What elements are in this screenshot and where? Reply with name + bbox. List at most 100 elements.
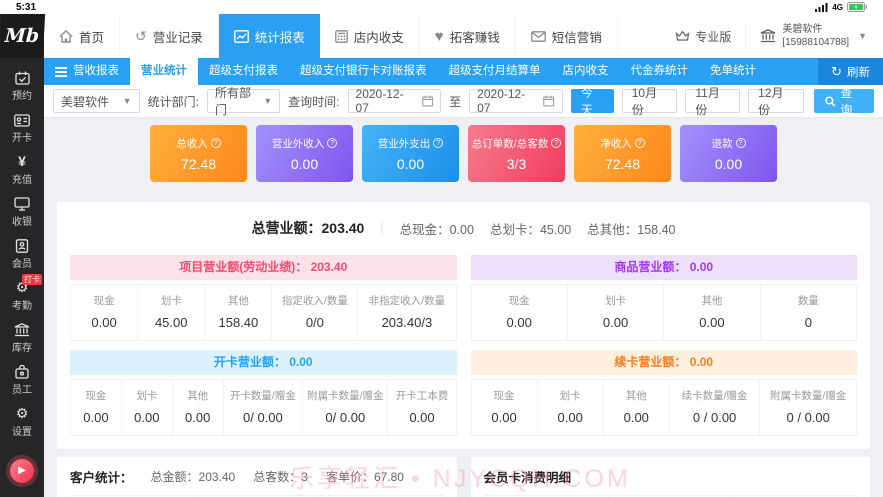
table-cell: 其他 0.00 xyxy=(664,285,761,340)
monitor-icon xyxy=(0,195,44,211)
help-icon[interactable]: ? xyxy=(551,138,562,148)
stat-card-refund: 退款? 0.00 xyxy=(680,125,777,182)
account-id: [15988104788] xyxy=(782,37,850,48)
filter-bar: 美碧软件 ▼ 统计部门: 所有部门 ▼ 查询时间: 2020-12-07 至 2… xyxy=(44,85,883,118)
department-select[interactable]: 所有部门 ▼ xyxy=(206,86,281,117)
table-cell: 划卡 0.00 xyxy=(568,285,665,340)
help-icon[interactable]: ? xyxy=(735,138,746,148)
network-label: 4G xyxy=(832,2,843,12)
help-icon[interactable]: ? xyxy=(210,138,221,148)
quick-filter-october[interactable]: 10月份 xyxy=(621,86,678,117)
chevron-down-icon: ▼ xyxy=(858,31,867,41)
chart-icon xyxy=(233,29,249,43)
sidebar-item-recharge[interactable]: ¥ 充值 xyxy=(0,149,44,191)
date-range-label: 查询时间: xyxy=(288,94,340,109)
subnav-revenue-report[interactable]: 营收报表 xyxy=(44,58,130,85)
quick-filter-today[interactable]: 今天 xyxy=(570,86,614,117)
crown-icon xyxy=(675,30,690,41)
quick-filter-november[interactable]: 11月份 xyxy=(685,86,741,117)
sidebar-item-attendance[interactable]: 打卡 ⚙ 考勤 xyxy=(0,274,44,317)
dept-label: 统计部门: xyxy=(147,94,199,109)
play-button[interactable]: ▶ xyxy=(10,459,34,483)
app-logo: Mb xyxy=(0,14,46,58)
table-cell: 附属卡数量/赠金 0 / 0.00 xyxy=(769,390,847,425)
tab-customer-acquisition[interactable]: ♥ 拓客赚钱 xyxy=(420,14,516,58)
help-icon[interactable]: ? xyxy=(634,138,645,148)
date-to-input[interactable]: 2020-12-07 xyxy=(469,87,563,115)
subnav-free-order-statistics[interactable]: 免单统计 xyxy=(699,58,767,85)
tab-sms-marketing[interactable]: 短信营销 xyxy=(516,14,618,58)
sidebar-item-settings[interactable]: ⚙ 设置 xyxy=(0,401,44,443)
history-icon: ↺ xyxy=(135,27,147,44)
signal-icon xyxy=(815,2,828,12)
envelope-icon xyxy=(530,30,546,42)
calendar-icon xyxy=(0,69,44,85)
punch-in-badge[interactable]: 打卡 xyxy=(22,274,42,285)
project-turnover-header: 项目营业额(劳动业绩)： 203.40 xyxy=(70,255,457,280)
quick-filter-december[interactable]: 12月份 xyxy=(748,86,804,117)
stat-card-net-income: 净收入? 72.48 xyxy=(574,125,671,182)
id-card-icon xyxy=(0,111,44,127)
card-renewal-turnover-panel: 续卡营业额： 0.00 现金 0.00 划卡 0.00 其他 0.00 续卡数量/赠金… xyxy=(470,350,857,436)
table-cell: 其他 0.00 xyxy=(604,380,670,435)
sidebar-item-open-card[interactable]: 开卡 xyxy=(0,107,44,149)
chevron-down-icon: ▼ xyxy=(122,96,132,106)
institution-icon xyxy=(761,29,776,43)
tab-business-records[interactable]: ↺ 营业记录 xyxy=(120,14,219,58)
calendar-icon xyxy=(543,95,555,107)
stat-cards: 总收入? 72.48 营业外收入? 0.00 营业外支出? 0.00 总订单数/… xyxy=(57,125,870,182)
table-cell: 现金 0.00 xyxy=(71,285,139,340)
stat-card-non-operating-expense: 营业外支出? 0.00 xyxy=(362,125,459,182)
stat-card-orders-customers: 总订单数/总客数? 3/3 xyxy=(468,125,565,182)
sidebar-item-staff[interactable]: 员工 xyxy=(0,359,44,401)
customer-stats-title: 客户统计： xyxy=(70,471,133,485)
subnav-super-pay-monthly[interactable]: 超级支付月结算单 xyxy=(438,58,552,85)
sidebar-item-inventory[interactable]: 库存 xyxy=(0,317,44,359)
sidebar: Mb 预约 开卡 ¥ 充值 收银 会员 打卡 ⚙ 考勤 库存 员工 ⚙ 设置 ▶ xyxy=(0,14,46,497)
help-icon[interactable]: ? xyxy=(433,138,444,148)
bank-icon xyxy=(0,321,44,337)
card-opening-turnover-panel: 开卡营业额： 0.00 现金 0.00 划卡 0.00 其他 0.00 开卡数量/赠金… xyxy=(70,350,457,436)
to-label: 至 xyxy=(449,94,462,109)
goods-turnover-header: 商品营业额： 0.00 xyxy=(470,255,857,280)
table-cell: 续卡数量/赠金 0 / 0.00 xyxy=(670,380,761,435)
customer-stats-panel: 客户统计： 总金额：203.40 总客数：3 客单价：67.80 总客数 男客 … xyxy=(57,457,457,497)
tab-home[interactable]: 首页 xyxy=(44,14,121,58)
top-nav: 首页 ↺ 营业记录 统计报表 店内收支 ♥ 拓客赚钱 短信营销 专业版 美碧软件… xyxy=(44,14,883,58)
help-icon[interactable]: ? xyxy=(327,138,338,148)
clock: 5:31 xyxy=(16,1,37,13)
content-area: 乐享轻汇 • NJYCQH.COM 总收入? 72.48 营业外收入? 0.00… xyxy=(44,118,883,497)
subnav-business-statistics[interactable]: 营业统计 xyxy=(130,58,198,85)
turnover-panel: 总营业额：203.40 | 总现金：0.00 总划卡：45.00 总其他：158… xyxy=(57,202,870,449)
sidebar-item-members[interactable]: 会员 xyxy=(0,233,44,275)
table-cell: 其他 0.00 xyxy=(173,380,224,435)
subnav-store-expenses[interactable]: 店内收支 xyxy=(552,58,620,85)
gear-icon: ⚙ xyxy=(15,405,29,421)
account-menu[interactable]: 美碧软件 [15988104788] ▼ xyxy=(745,23,873,49)
refresh-button[interactable]: ↻ 刷新 xyxy=(818,58,883,85)
tab-statistics-report[interactable]: 统计报表 xyxy=(218,14,320,58)
heart-icon: ♥ xyxy=(434,27,444,45)
chevron-down-icon: ▼ xyxy=(263,96,273,106)
sidebar-item-cashier[interactable]: 收银 xyxy=(0,191,44,233)
table-cell: 其他 158.40 xyxy=(205,285,273,340)
table-cell: 划卡 45.00 xyxy=(138,285,206,340)
status-bar: 5:31 4G xyxy=(0,0,883,14)
member-card-detail-panel: 会员卡消费明细 储值卡消费 赠金消费 附属卡消费 xyxy=(470,457,870,497)
sidebar-item-booking[interactable]: 预约 xyxy=(0,65,44,107)
date-from-input[interactable]: 2020-12-07 xyxy=(347,87,442,115)
table-cell: 现金 0.00 xyxy=(71,380,122,435)
edition-badge[interactable]: 专业版 xyxy=(661,28,745,45)
table-cell: 附属卡数量/赠金 0/ 0.00 xyxy=(303,380,389,435)
subnav-super-pay-report[interactable]: 超级支付报表 xyxy=(198,58,289,85)
subnav-voucher-statistics[interactable]: 代金券统计 xyxy=(620,58,700,85)
tab-store-expenses[interactable]: 店内收支 xyxy=(320,14,420,58)
table-cell: 现金 0.00 xyxy=(472,380,538,435)
store-select[interactable]: 美碧软件 ▼ xyxy=(53,89,140,113)
goods-turnover-panel: 商品营业额： 0.00 现金 0.00 划卡 0.00 其他 0.00 数量 0 xyxy=(470,255,857,341)
table-cell: 指定收入/数量 0/0 xyxy=(272,285,359,340)
subnav-super-pay-bankcard-report[interactable]: 超级支付银行卡对账报表 xyxy=(289,58,438,85)
search-button[interactable]: 查询 xyxy=(813,86,874,117)
calculator-icon xyxy=(334,29,348,43)
table-cell: 数量 0 xyxy=(797,295,819,330)
